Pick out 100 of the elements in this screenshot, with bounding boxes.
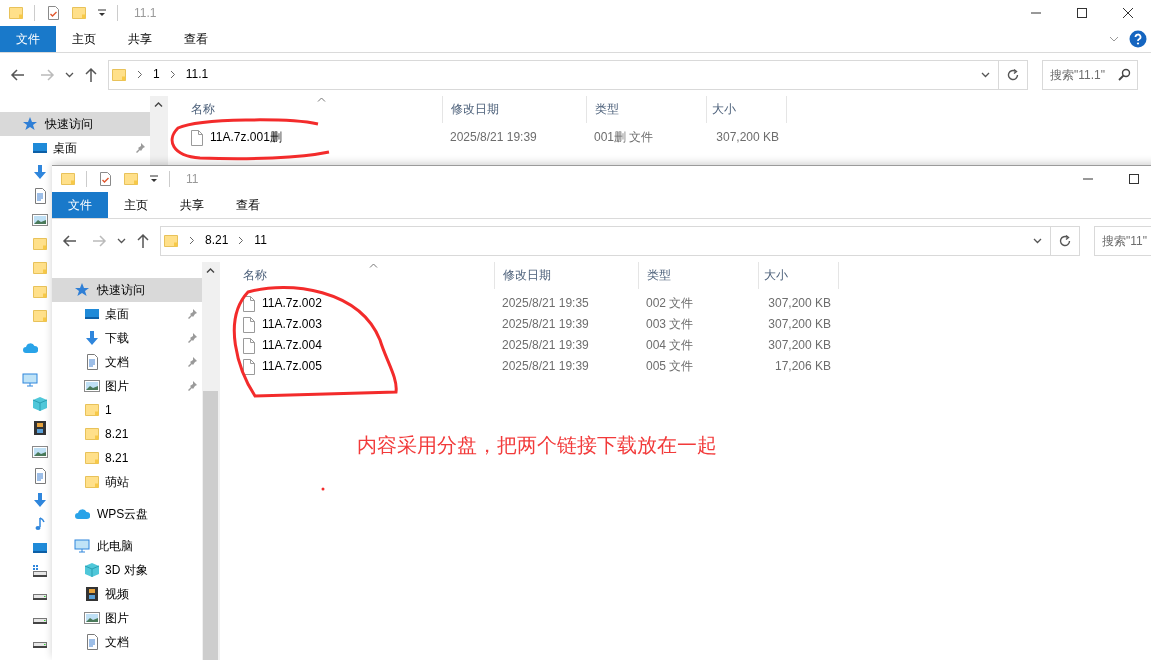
desktop-icon [32,540,48,556]
column-header[interactable]: 名称 [171,96,442,123]
download-icon [32,492,48,508]
image-icon [32,212,48,228]
file-size: 307,200 KB [767,296,832,311]
nav-item[interactable]: 视频 [52,582,129,606]
file-name[interactable]: 11A.7z.001删 [210,130,282,145]
ribbon-tab[interactable]: 主页 [108,192,164,218]
nav-item[interactable]: 3D 对象 [52,558,148,582]
chevron-down-icon[interactable] [65,71,74,78]
ribbon-tab[interactable]: 查看 [220,192,276,218]
search-field[interactable]: 搜索"11.1" [1042,59,1138,90]
column-header[interactable]: 类型 [586,96,706,123]
ribbon-tab[interactable]: 共享 [112,26,168,52]
chevron-down-icon[interactable] [981,71,990,78]
refresh-icon [1006,67,1020,82]
ribbon-tab[interactable]: 主页 [56,26,112,52]
cube-icon [84,562,100,578]
document-icon [32,188,48,204]
file-size: 17,206 KB [773,359,832,374]
column-header[interactable]: 名称 [223,262,494,289]
film-icon [32,420,48,436]
annotation-text: 内容采用分盘，把两个链接下载放在一起 [357,433,717,457]
nav-item[interactable]: 文档 [52,350,202,374]
column-header[interactable]: 大小 [758,262,839,289]
file-name[interactable]: 11A.7z.005 [262,359,322,374]
desktop-icon [84,306,100,322]
modified-date: 2025/8/21 19:39 [501,359,590,374]
nav-item[interactable]: 桌面 [52,302,202,326]
column-header[interactable]: 类型 [638,262,758,289]
back-arrow-icon[interactable] [62,232,78,249]
breadcrumb-item[interactable]: 8.21 [205,233,229,248]
nav-item[interactable]: WPS云盘 [52,502,149,526]
folder-icon [84,474,100,490]
column-header[interactable]: 大小 [706,96,787,123]
cube-icon [32,396,48,412]
folder-icon [32,260,48,276]
download-icon [32,164,48,180]
nav-item[interactable]: 图片 [52,606,129,630]
chevron-right-icon [169,70,176,79]
scrollbar[interactable] [202,262,219,660]
folder-icon [84,426,100,442]
ribbon-tab[interactable]: 共享 [164,192,220,218]
breadcrumb-item[interactable]: 11 [254,233,267,248]
refresh-button[interactable] [999,59,1028,90]
star-icon [22,116,38,132]
nav-item[interactable]: 萌站 [52,470,129,494]
file-name[interactable]: 11A.7z.002 [262,296,322,311]
breadcrumb-item[interactable]: 11.1 [185,67,209,82]
chevron-right-icon [189,236,195,245]
file-name[interactable]: 11A.7z.003 [262,317,322,332]
address-bar[interactable]: 1 11.1 [108,59,999,90]
nav-item[interactable]: 此电脑 [52,534,133,558]
file-name[interactable]: 11A.7z.004 [262,338,322,353]
maximize-icon [1077,8,1087,18]
document-icon [84,354,100,370]
address-bar[interactable]: 8.21 11 [160,225,1051,256]
search-icon[interactable] [1118,67,1131,81]
file-icon [243,295,255,312]
nav-item[interactable]: 下载 [52,326,202,350]
refresh-button[interactable] [1051,225,1080,256]
folder-icon [84,402,100,418]
modified-date: 2025/8/21 19:39 [449,130,538,145]
film-icon [84,586,100,602]
file-icon [243,316,255,333]
ribbon-tab[interactable]: 文件 [0,26,56,52]
search-field[interactable]: 搜索"11" [1094,225,1151,256]
back-arrow-icon[interactable] [10,66,26,83]
column-header[interactable]: 修改日期 [442,96,586,123]
up-arrow-icon[interactable] [136,232,150,249]
nav-item[interactable]: 快速访问 [0,112,150,136]
file-icon [191,129,203,146]
nav-item[interactable]: 8.21 [52,446,129,470]
folder-icon [84,450,100,466]
desktop-icon [32,140,48,156]
nav-item[interactable]: 文档 [52,630,129,654]
refresh-icon [1058,233,1072,248]
file-type: 005 文件 [645,359,695,374]
scroll-up-icon[interactable] [154,102,163,107]
scroll-up-icon[interactable] [206,268,215,273]
nav-item[interactable]: 桌面 [0,136,150,160]
nav-item[interactable]: 1 [52,398,112,422]
chevron-down-icon[interactable] [117,237,126,244]
download-icon [84,330,100,346]
nav-item[interactable]: 快速访问 [52,278,202,302]
nav-item[interactable]: 图片 [52,374,202,398]
folder-icon [71,5,87,21]
column-header[interactable]: 修改日期 [494,262,638,289]
maximize-icon [1129,174,1139,184]
folder-icon [111,66,127,83]
help-icon[interactable] [1129,30,1147,48]
ribbon-tab[interactable]: 查看 [168,26,224,52]
up-arrow-icon[interactable] [84,66,98,83]
chevron-down-icon[interactable] [1033,237,1042,244]
file-size: 307,200 KB [767,317,832,332]
breadcrumb-item[interactable]: 1 [153,67,160,82]
ribbon-tab[interactable]: 文件 [52,192,108,218]
nav-item[interactable]: 8.21 [52,422,129,446]
file-icon [243,337,255,354]
computer-icon [22,372,38,388]
